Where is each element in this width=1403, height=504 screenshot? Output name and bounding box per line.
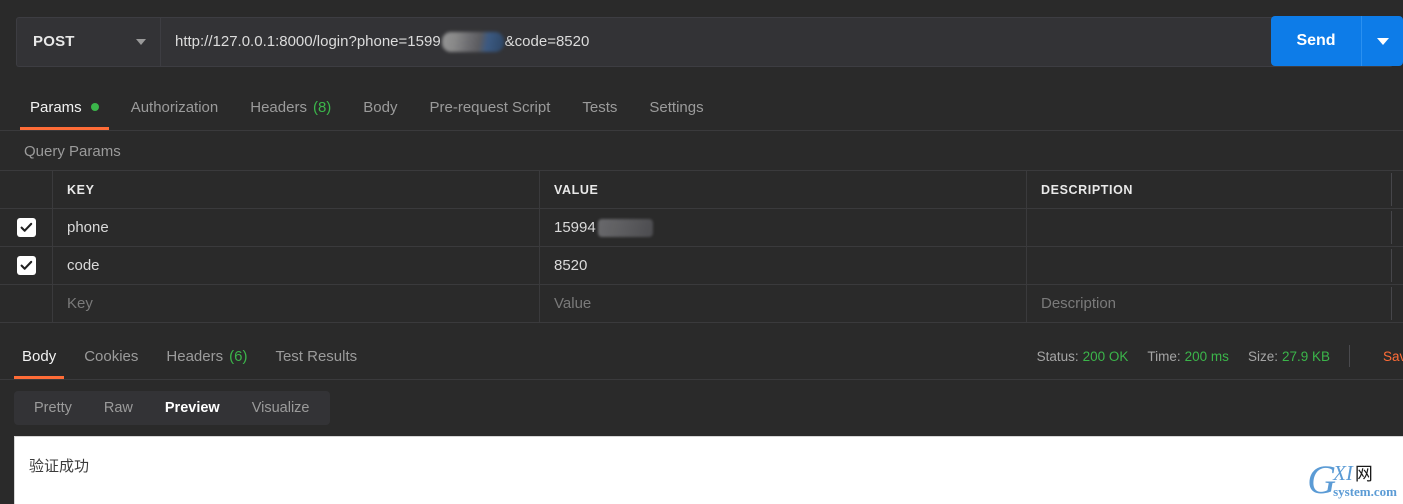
tab-tests[interactable]: Tests (566, 84, 633, 130)
row-key-cell[interactable]: code (53, 247, 540, 284)
status-value: 200 OK (1082, 348, 1129, 364)
table-placeholder-row: Key Value Description (0, 285, 1403, 323)
params-modified-dot-icon (90, 103, 99, 111)
header-cell-key: KEY (53, 171, 540, 208)
response-tab-body[interactable]: Body (8, 333, 70, 379)
url-input[interactable]: http://127.0.0.1:8000/login?phone=1599 &… (160, 16, 1393, 67)
tab-headers-label: Headers (250, 98, 307, 116)
http-method-label: POST (33, 33, 75, 50)
row-value-cell[interactable]: 8520 (540, 247, 1027, 284)
row-checkbox-cell (0, 247, 53, 284)
response-view-mode-bar: Pretty Raw Preview Visualize (0, 380, 1403, 436)
time-label: Time: (1147, 348, 1181, 364)
time-value: 200 ms (1184, 348, 1229, 364)
send-button[interactable]: Send (1271, 16, 1361, 66)
url-text-prefix: http://127.0.0.1:8000/login?phone=1599 (175, 33, 441, 50)
status-badge: Status: 200 OK (1037, 349, 1129, 364)
response-bar: Body Cookies Headers (6) Test Results St… (0, 330, 1403, 380)
response-tab-cookies[interactable]: Cookies (70, 333, 152, 379)
tab-authorization-label: Authorization (130, 98, 219, 116)
checkbox-checked-icon[interactable] (16, 256, 36, 275)
placeholder-value-text: Value (554, 295, 592, 312)
checkbox-checked-icon[interactable] (16, 218, 36, 237)
send-button-group: Send (1271, 16, 1403, 66)
row-checkbox-cell (0, 209, 53, 246)
request-tabs: Params Authorization Headers (8) Body Pr… (0, 83, 1403, 131)
request-url-bar: POST http://127.0.0.1:8000/login?phone=1… (0, 0, 1403, 83)
redaction-block-url (441, 31, 504, 52)
table-row: phone 15994 (0, 209, 1403, 247)
meta-divider (1349, 345, 1350, 367)
view-mode-preview[interactable]: Preview (149, 395, 236, 421)
response-tab-test-results[interactable]: Test Results (261, 333, 371, 379)
header-cell-description: DESCRIPTION (1027, 171, 1403, 208)
response-meta: Status: 200 OK Time: 200 ms Size: 27.9 KB S… (1037, 333, 1403, 379)
response-tab-test-results-label: Test Results (275, 347, 358, 365)
placeholder-checkbox-cell (0, 285, 53, 322)
tab-headers-count: (8) (312, 98, 332, 116)
send-options-button[interactable] (1361, 16, 1403, 66)
row-key-cell[interactable]: phone (53, 209, 540, 246)
response-tab-cookies-label: Cookies (84, 347, 139, 365)
size-badge: Size: 27.9 KB (1248, 349, 1330, 364)
table-header-row: KEY VALUE DESCRIPTION (0, 171, 1403, 209)
response-tabs: Body Cookies Headers (6) Test Results (8, 331, 371, 379)
postman-window: POST http://127.0.0.1:8000/login?phone=1… (0, 0, 1403, 504)
header-key-label: KEY (67, 182, 95, 197)
row-value-text: 15994 (554, 219, 596, 236)
query-params-table: KEY VALUE DESCRIPTION phone 15994 code 8… (0, 170, 1403, 323)
tab-body[interactable]: Body (347, 84, 413, 130)
row-value-cell[interactable]: 15994 (540, 209, 1027, 246)
redaction-block-value (597, 218, 653, 237)
tab-tests-label: Tests (582, 98, 618, 116)
view-mode-raw[interactable]: Raw (88, 395, 149, 421)
response-view-mode-group: Pretty Raw Preview Visualize (14, 391, 330, 425)
tab-authorization[interactable]: Authorization (115, 84, 235, 130)
row-value-text: 8520 (554, 257, 588, 274)
size-label: Size: (1247, 348, 1278, 364)
size-value: 27.9 KB (1281, 348, 1330, 364)
query-params-title: Query Params (0, 132, 1403, 170)
tab-pre-request-script[interactable]: Pre-request Script (414, 84, 567, 130)
url-text-suffix: &code=8520 (504, 33, 590, 50)
tab-settings[interactable]: Settings (633, 84, 719, 130)
placeholder-key-text: Key (67, 295, 93, 312)
placeholder-key-cell[interactable]: Key (53, 285, 540, 322)
response-tab-headers-label: Headers (166, 347, 224, 365)
header-cell-value: VALUE (540, 171, 1027, 208)
placeholder-description-cell[interactable]: Description (1027, 285, 1403, 322)
response-tab-headers-count: (6) (229, 347, 248, 365)
time-badge: Time: 200 ms (1147, 349, 1229, 364)
header-value-label: VALUE (554, 182, 599, 197)
tab-settings-label: Settings (649, 98, 704, 116)
response-tab-body-label: Body (22, 347, 57, 365)
status-label: Status: (1036, 348, 1079, 364)
tab-headers[interactable]: Headers (8) (234, 84, 347, 130)
row-key-text: code (67, 257, 100, 274)
placeholder-value-cell[interactable]: Value (540, 285, 1027, 322)
table-row: code 8520 (0, 247, 1403, 285)
http-method-select[interactable]: POST (16, 16, 160, 67)
response-body-text: 验证成功 (29, 457, 90, 475)
header-cell-checkbox (0, 171, 53, 208)
response-tab-headers[interactable]: Headers (6) (152, 333, 261, 379)
tab-pre-request-script-label: Pre-request Script (429, 98, 551, 116)
view-mode-visualize[interactable]: Visualize (236, 395, 326, 421)
tab-params[interactable]: Params (14, 84, 115, 130)
row-description-cell[interactable] (1027, 209, 1403, 246)
chevron-down-icon (1376, 37, 1389, 45)
tab-body-label: Body (363, 98, 398, 116)
save-response-link[interactable]: Sav (1369, 349, 1403, 364)
chevron-down-icon (136, 38, 146, 45)
response-preview-panel: 验证成功 (14, 436, 1403, 504)
row-description-cell[interactable] (1027, 247, 1403, 284)
placeholder-description-text: Description (1041, 295, 1117, 312)
tab-params-label: Params (30, 98, 82, 116)
row-key-text: phone (67, 219, 109, 236)
view-mode-pretty[interactable]: Pretty (18, 395, 88, 421)
header-description-label: DESCRIPTION (1041, 182, 1134, 197)
